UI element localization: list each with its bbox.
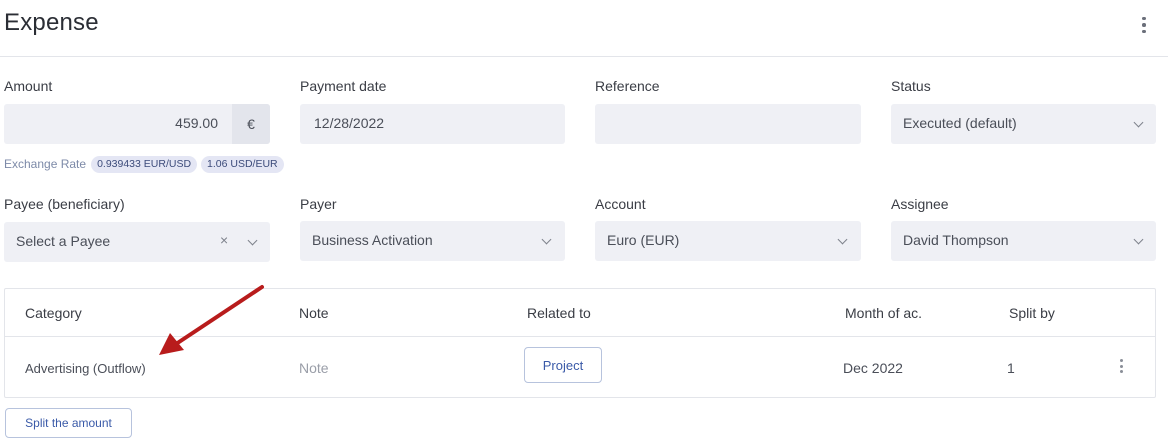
month-cell[interactable]: Dec 2022 bbox=[843, 360, 903, 376]
split-by-cell[interactable]: 1 bbox=[1007, 360, 1015, 376]
amount-field[interactable]: 459.00 € bbox=[4, 104, 270, 144]
column-header-related: Related to bbox=[527, 305, 591, 321]
project-button[interactable]: Project bbox=[524, 347, 602, 383]
column-header-split-by: Split by bbox=[1009, 305, 1055, 321]
dot bbox=[1142, 16, 1146, 21]
note-cell[interactable]: Note bbox=[299, 360, 329, 376]
more-options-icon[interactable] bbox=[1134, 14, 1154, 36]
split-table: Category Note Related to Month of ac. Sp… bbox=[4, 288, 1156, 398]
chevron-down-icon bbox=[1133, 234, 1144, 245]
reference-label: Reference bbox=[595, 78, 660, 94]
column-header-category: Category bbox=[25, 305, 82, 321]
exchange-rate: Exchange Rate 0.939433 EUR/USD 1.06 USD/… bbox=[4, 155, 284, 173]
dot bbox=[1119, 364, 1123, 368]
chevron-down-icon bbox=[247, 235, 258, 246]
amount-value: 459.00 bbox=[175, 115, 218, 131]
status-value: Executed (default) bbox=[903, 115, 1017, 131]
category-cell[interactable]: Advertising (Outflow) bbox=[25, 361, 146, 376]
account-label: Account bbox=[595, 196, 646, 212]
page-title: Expense bbox=[4, 9, 99, 36]
exchange-rate-pill: 0.939433 EUR/USD bbox=[91, 155, 198, 173]
amount-label: Amount bbox=[4, 78, 53, 94]
payer-select[interactable]: Business Activation bbox=[300, 221, 565, 261]
dot bbox=[1142, 29, 1146, 34]
column-header-month: Month of ac. bbox=[845, 305, 923, 321]
assignee-value: David Thompson bbox=[903, 232, 1009, 248]
table-header: Category Note Related to Month of ac. Sp… bbox=[5, 289, 1155, 337]
page-header: Expense bbox=[0, 0, 1168, 57]
exchange-rate-pill: 1.06 USD/EUR bbox=[201, 155, 284, 173]
currency-addon: € bbox=[232, 104, 270, 144]
payment-date-field[interactable]: 12/28/2022 bbox=[300, 104, 565, 144]
reference-field[interactable] bbox=[595, 104, 861, 144]
chevron-down-icon bbox=[1133, 117, 1144, 128]
dot bbox=[1119, 359, 1123, 362]
exchange-rate-label: Exchange Rate bbox=[4, 157, 87, 171]
assignee-label: Assignee bbox=[891, 196, 949, 212]
payer-value: Business Activation bbox=[312, 232, 433, 248]
clear-icon[interactable]: × bbox=[220, 232, 228, 248]
assignee-select[interactable]: David Thompson bbox=[891, 221, 1156, 261]
dot bbox=[1119, 370, 1123, 373]
payee-placeholder: Select a Payee bbox=[16, 233, 111, 249]
chevron-down-icon bbox=[837, 234, 848, 245]
status-select[interactable]: Executed (default) bbox=[891, 104, 1156, 144]
payment-date-label: Payment date bbox=[300, 78, 387, 94]
split-amount-button[interactable]: Split the amount bbox=[5, 408, 132, 438]
account-select[interactable]: Euro (EUR) bbox=[595, 221, 861, 261]
chevron-down-icon bbox=[541, 234, 552, 245]
dot bbox=[1142, 23, 1146, 27]
account-value: Euro (EUR) bbox=[607, 232, 680, 248]
payee-select[interactable]: Select a Payee × bbox=[4, 222, 270, 262]
status-label: Status bbox=[891, 78, 931, 94]
column-header-note: Note bbox=[299, 305, 329, 321]
payee-label: Payee (beneficiary) bbox=[4, 196, 125, 212]
payment-date-value: 12/28/2022 bbox=[314, 115, 385, 131]
payer-label: Payer bbox=[300, 196, 337, 212]
row-options-icon[interactable] bbox=[1111, 357, 1131, 375]
